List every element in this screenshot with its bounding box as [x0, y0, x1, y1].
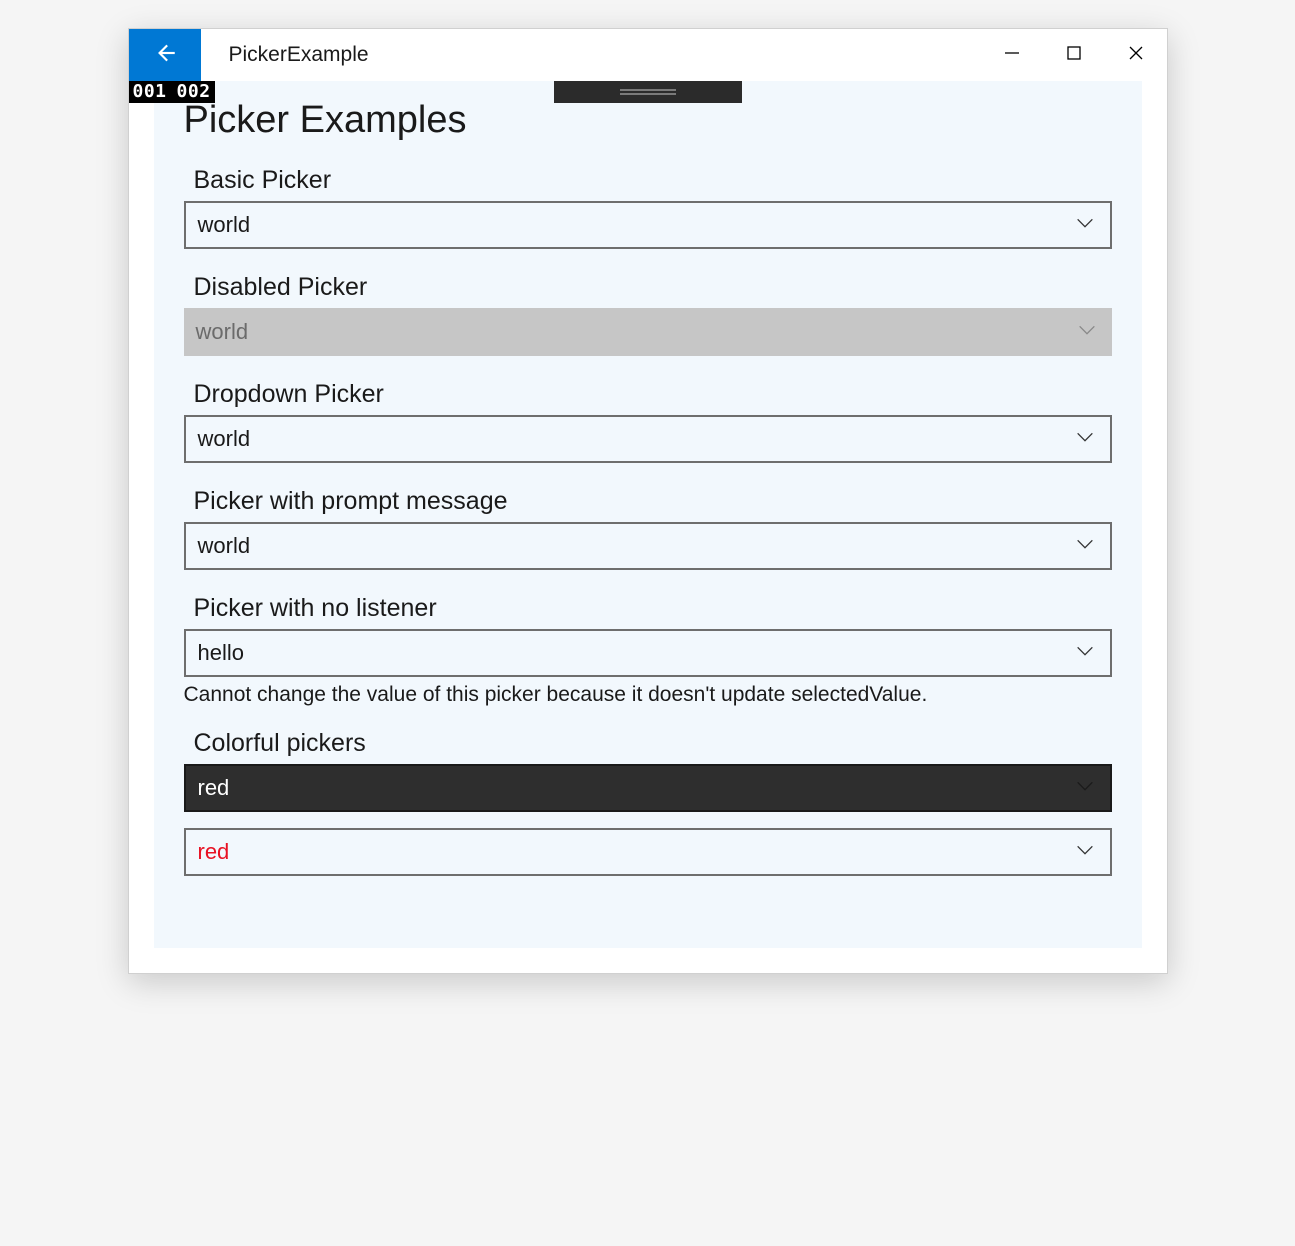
minimize-icon — [1004, 45, 1020, 66]
picker-colorful-dark[interactable]: red — [184, 764, 1112, 812]
label-disabled: Disabled Picker — [154, 267, 1142, 308]
picker-disabled: world — [184, 308, 1112, 356]
fps-value-2: 002 — [177, 81, 211, 103]
fps-value-1: 001 — [133, 81, 167, 103]
chevron-down-icon — [1076, 319, 1098, 346]
close-button[interactable] — [1105, 29, 1167, 81]
titlebar: PickerExample — [129, 29, 1167, 81]
label-prompt: Picker with prompt message — [154, 481, 1142, 522]
nolistener-note: Cannot change the value of this picker b… — [154, 683, 1142, 717]
chevron-down-icon — [1074, 533, 1096, 560]
picker-prompt[interactable]: world — [184, 522, 1112, 570]
label-colorful: Colorful pickers — [154, 723, 1142, 764]
picker-basic-value: world — [198, 212, 251, 238]
minimize-button[interactable] — [981, 29, 1043, 81]
picker-colorful-dark-value: red — [198, 775, 230, 801]
label-dropdown: Dropdown Picker — [154, 374, 1142, 415]
chevron-down-icon — [1074, 640, 1096, 667]
picker-disabled-value: world — [196, 319, 249, 345]
dev-drag-handle[interactable] — [554, 81, 742, 103]
label-basic: Basic Picker — [154, 160, 1142, 201]
window-title: PickerExample — [201, 29, 981, 81]
picker-dropdown-value: world — [198, 426, 251, 452]
chevron-down-icon — [1074, 775, 1096, 802]
picker-dropdown[interactable]: world — [184, 415, 1112, 463]
section-prompt: Picker with prompt message world — [154, 475, 1142, 570]
picker-colorful-red-value: red — [198, 839, 230, 865]
window-controls — [981, 29, 1167, 81]
picker-prompt-value: world — [198, 533, 251, 559]
app-window: PickerExample 001 002 Picker Ex — [128, 28, 1168, 974]
back-button[interactable] — [129, 29, 201, 81]
fps-counter: 001 002 — [129, 81, 215, 103]
picker-basic[interactable]: world — [184, 201, 1112, 249]
back-arrow-icon — [152, 40, 178, 71]
picker-nolistener[interactable]: hello — [184, 629, 1112, 677]
content-area: Picker Examples Basic Picker world Disab… — [154, 81, 1142, 948]
label-nolistener: Picker with no listener — [154, 588, 1142, 629]
section-nolistener: Picker with no listener hello Cannot cha… — [154, 582, 1142, 717]
chevron-down-icon — [1074, 426, 1096, 453]
close-icon — [1128, 45, 1144, 66]
picker-colorful-red[interactable]: red — [184, 828, 1112, 876]
chevron-down-icon — [1074, 212, 1096, 239]
section-colorful: Colorful pickers red red — [154, 717, 1142, 876]
section-dropdown: Dropdown Picker world — [154, 368, 1142, 463]
maximize-button[interactable] — [1043, 29, 1105, 81]
picker-nolistener-value: hello — [198, 640, 244, 666]
maximize-icon — [1066, 45, 1082, 66]
section-disabled: Disabled Picker world — [154, 261, 1142, 356]
chevron-down-icon — [1074, 839, 1096, 866]
section-basic: Basic Picker world — [154, 154, 1142, 249]
